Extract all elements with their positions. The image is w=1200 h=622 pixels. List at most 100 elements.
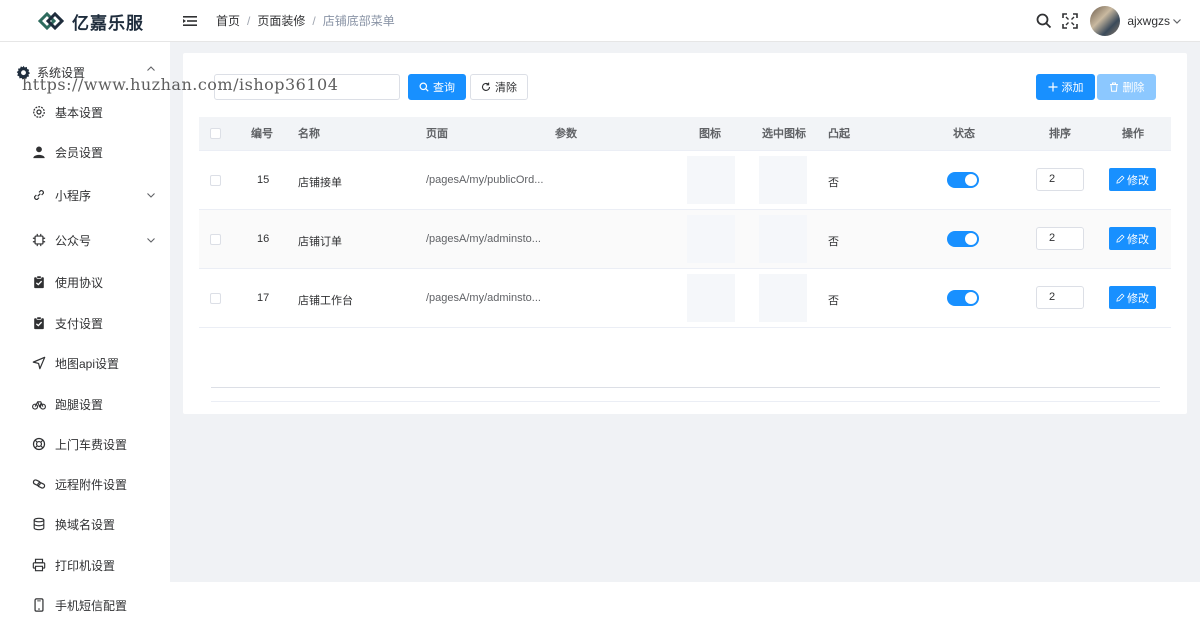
row-raised: 否 xyxy=(828,236,839,248)
sidebar-item-sms-config[interactable]: 手机短信配置 xyxy=(32,595,156,615)
column-header-param: 参数 xyxy=(555,128,577,140)
chip-icon xyxy=(32,233,46,247)
edit-button-label: 修改 xyxy=(1127,174,1149,187)
row-name: 店铺接单 xyxy=(298,177,342,189)
row-checkbox[interactable] xyxy=(210,293,221,304)
column-header-name: 名称 xyxy=(298,128,320,140)
edit-button[interactable]: 修改 xyxy=(1109,227,1156,250)
database-icon xyxy=(32,517,46,531)
column-header-sort: 排序 xyxy=(1049,128,1071,140)
sidebar-item-map-api-settings[interactable]: 地图api设置 xyxy=(32,353,156,373)
row-raised: 否 xyxy=(828,295,839,307)
sidebar-item-mini-program[interactable]: 小程序 xyxy=(32,185,156,205)
status-toggle[interactable] xyxy=(947,231,979,247)
pagination-divider xyxy=(211,387,1160,388)
link-chain-icon xyxy=(32,477,46,491)
gear-outline-icon xyxy=(32,105,46,119)
clipboard-check-icon xyxy=(32,316,46,330)
breadcrumb-page-decoration[interactable]: 页面装修 xyxy=(257,12,305,29)
user-icon xyxy=(32,145,46,159)
printer-icon xyxy=(32,558,46,572)
row-id: 17 xyxy=(257,292,270,304)
select-all-checkbox[interactable] xyxy=(210,128,221,139)
sidebar-group-system-settings[interactable]: 系统设置 xyxy=(16,64,156,81)
toggle-knob xyxy=(965,292,977,304)
menu-fold-icon[interactable] xyxy=(182,13,198,29)
column-header-selected-icon: 选中图标 xyxy=(762,128,806,140)
username[interactable]: ajxwgzs xyxy=(1127,14,1170,28)
column-header-id: 编号 xyxy=(251,128,273,140)
edit-button[interactable]: 修改 xyxy=(1109,168,1156,191)
table-row: 15 店铺接单 /pagesA/my/publicOrd... 否 2 修改 xyxy=(199,151,1171,210)
edit-button-label: 修改 xyxy=(1127,292,1149,305)
sidebar-group-label: 系统设置 xyxy=(37,66,86,80)
table-row: 17 店铺工作台 /pagesA/my/adminsto... 否 2 修改 xyxy=(199,269,1171,328)
sidebar-item-label: 会员设置 xyxy=(55,145,104,160)
link-icon xyxy=(32,188,46,202)
breadcrumb-separator: / xyxy=(247,13,251,28)
sidebar-item-door-fee-settings[interactable]: 上门车费设置 xyxy=(32,434,156,454)
edit-icon xyxy=(1116,175,1125,184)
search-input[interactable] xyxy=(214,74,400,100)
refresh-icon xyxy=(482,82,491,91)
row-page: /pagesA/my/publicOrd... xyxy=(426,174,544,186)
status-toggle[interactable] xyxy=(947,290,979,306)
sidebar-item-user-agreement[interactable]: 使用协议 xyxy=(32,272,156,292)
sort-input[interactable]: 2 xyxy=(1036,227,1084,250)
sidebar: 系统设置 基本设置 会员设置 小程序 公众号 使用协议 支付设置 地图api设置… xyxy=(0,42,170,622)
add-button[interactable]: 添加 xyxy=(1036,74,1095,100)
query-button-label: 查询 xyxy=(433,82,455,94)
sidebar-item-printer-settings[interactable]: 打印机设置 xyxy=(32,555,156,575)
row-page: /pagesA/my/adminsto... xyxy=(426,292,541,304)
delete-button-label: 删除 xyxy=(1122,82,1145,94)
row-checkbox[interactable] xyxy=(210,175,221,186)
trash-icon xyxy=(1109,82,1118,92)
sidebar-item-remote-attachment-settings[interactable]: 远程附件设置 xyxy=(32,474,156,494)
query-button[interactable]: 查询 xyxy=(408,74,466,100)
row-raised: 否 xyxy=(828,177,839,189)
sidebar-item-member-settings[interactable]: 会员设置 xyxy=(32,142,156,162)
logo[interactable]: 亿嘉乐服 xyxy=(38,8,144,34)
table-row: 16 店铺订单 /pagesA/my/adminsto... 否 2 修改 xyxy=(199,210,1171,269)
sidebar-item-payment-settings[interactable]: 支付设置 xyxy=(32,313,156,333)
sidebar-item-basic-settings[interactable]: 基本设置 xyxy=(32,102,156,122)
row-icon-image xyxy=(687,274,735,322)
sidebar-item-label: 手机短信配置 xyxy=(55,598,128,613)
sidebar-item-label: 小程序 xyxy=(55,188,92,203)
chevron-down-icon[interactable] xyxy=(1172,16,1182,26)
header-tools: ajxwgzs xyxy=(1036,6,1182,36)
toggle-knob xyxy=(965,233,977,245)
breadcrumb-current: 店铺底部菜单 xyxy=(322,14,395,28)
row-selected-icon-image xyxy=(759,215,807,263)
row-selected-icon-image xyxy=(759,156,807,204)
clear-button[interactable]: 清除 xyxy=(470,74,528,100)
clipboard-check-icon xyxy=(32,275,46,289)
avatar[interactable] xyxy=(1090,6,1121,36)
breadcrumb-separator: / xyxy=(312,13,316,28)
delete-button[interactable]: 删除 xyxy=(1097,74,1156,100)
search-icon[interactable] xyxy=(1036,13,1052,29)
sidebar-item-label: 上门车费设置 xyxy=(55,437,128,452)
row-name: 店铺工作台 xyxy=(298,295,353,307)
edit-button[interactable]: 修改 xyxy=(1109,286,1156,309)
sidebar-item-official-account[interactable]: 公众号 xyxy=(32,230,156,250)
sort-input[interactable]: 2 xyxy=(1036,286,1084,309)
row-page: /pagesA/my/adminsto... xyxy=(426,233,541,245)
sidebar-item-domain-settings[interactable]: 换域名设置 xyxy=(32,514,156,534)
sidebar-item-label: 基本设置 xyxy=(55,105,104,120)
chevron-down-icon xyxy=(147,238,155,243)
fullscreen-icon[interactable] xyxy=(1062,13,1079,29)
sidebar-item-errand-settings[interactable]: 跑腿设置 xyxy=(32,394,156,414)
content-card: 查询 清除 添加 删除 编号 名称 页面 参数 图标 选中图标 凸起 状态 排序… xyxy=(183,53,1187,414)
breadcrumb-home[interactable]: 首页 xyxy=(216,12,240,29)
breadcrumb: 首页 / 页面装修 / 店铺底部菜单 xyxy=(216,12,395,29)
column-header-actions: 操作 xyxy=(1122,128,1144,140)
row-checkbox[interactable] xyxy=(210,234,221,245)
sort-input[interactable]: 2 xyxy=(1036,168,1084,191)
status-toggle[interactable] xyxy=(947,172,979,188)
row-icon-image xyxy=(687,156,735,204)
toggle-knob xyxy=(965,174,977,186)
main-content: 查询 清除 添加 删除 编号 名称 页面 参数 图标 选中图标 凸起 状态 排序… xyxy=(170,42,1200,582)
table-header: 编号 名称 页面 参数 图标 选中图标 凸起 状态 排序 操作 xyxy=(199,117,1171,151)
mobile-icon xyxy=(32,598,46,612)
